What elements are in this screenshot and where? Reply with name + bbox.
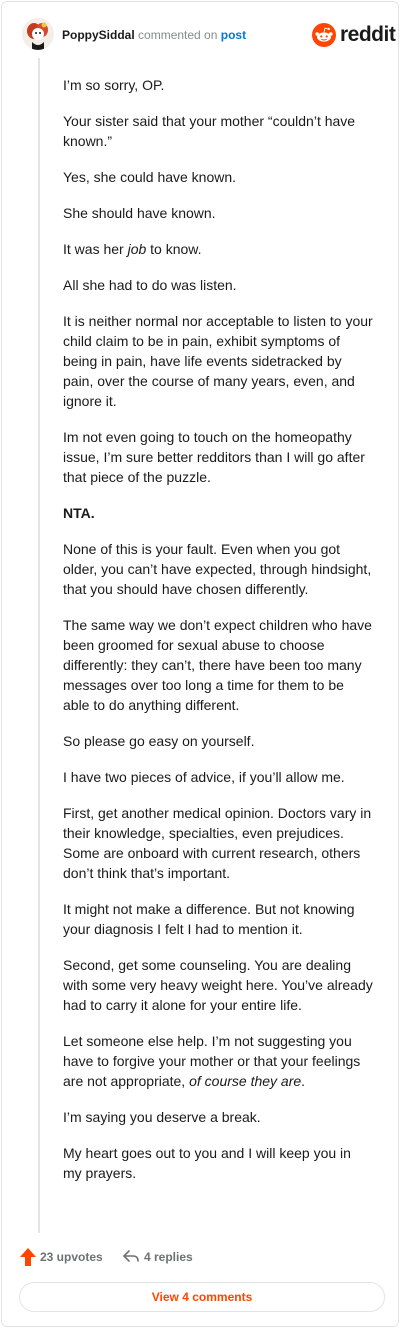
username[interactable]: PoppySiddal xyxy=(62,28,135,42)
paragraph: Your sister said that your mother “could… xyxy=(63,113,356,149)
brand-wordmark: reddit xyxy=(340,23,396,46)
reply-arrow-icon xyxy=(123,1250,139,1262)
upvote-button[interactable]: 23 upvotes xyxy=(20,1247,110,1267)
post-link[interactable]: post xyxy=(221,28,246,42)
paragraph-text: . xyxy=(301,1073,306,1089)
paragraph-text: It was her xyxy=(63,241,128,257)
comment-body: I’m so sorry, OP. Your sister said that … xyxy=(63,75,373,1199)
comment-card: PoppySiddal commented on post reddit I’m… xyxy=(1,1,399,1327)
comment-meta: PoppySiddal commented on post xyxy=(62,28,246,42)
verdict-text: NTA. xyxy=(63,505,95,521)
paragraph: It is neither normal nor acceptable to l… xyxy=(63,313,373,409)
emphasis-text: job xyxy=(127,241,147,257)
paragraph: First, get another medical opinion. Doct… xyxy=(63,805,372,881)
paragraph: Im not even going to touch on the homeop… xyxy=(63,429,365,485)
comment-header: PoppySiddal commented on post reddit xyxy=(2,2,400,62)
paragraph: She should have known. xyxy=(63,205,216,221)
upvote-arrow-icon xyxy=(20,1248,36,1266)
user-avatar[interactable] xyxy=(22,18,54,50)
emphasis-text: of course they are xyxy=(189,1073,302,1089)
paragraph: I’m saying you deserve a break. xyxy=(63,1109,261,1125)
paragraph-text: to know. xyxy=(146,241,202,257)
view-comments-button[interactable]: View 4 comments xyxy=(19,1282,385,1312)
paragraph: Yes, she could have known. xyxy=(63,169,237,185)
reply-count: 4 replies xyxy=(144,1250,193,1264)
reddit-snoo-icon xyxy=(312,23,336,47)
paragraph: It was her job to know. xyxy=(63,239,373,259)
paragraph: None of this is your fault. Even when yo… xyxy=(63,541,372,597)
thread-line[interactable] xyxy=(38,58,40,1233)
paragraph: Let someone else help. I’m not suggestin… xyxy=(63,1031,373,1091)
paragraph: Second, get some counseling. You are dea… xyxy=(63,957,373,1013)
paragraph: So please go easy on yourself. xyxy=(63,733,255,749)
replies-button[interactable]: 4 replies xyxy=(123,1247,203,1267)
paragraph: I have two pieces of advice, if you’ll a… xyxy=(63,769,345,785)
paragraph: The same way we don’t expect children wh… xyxy=(63,617,372,713)
paragraph: All she had to do was listen. xyxy=(63,277,237,293)
paragraph: My heart goes out to you and I will keep… xyxy=(63,1145,351,1181)
paragraph: It might not make a difference. But not … xyxy=(63,901,355,937)
paragraph: I’m so sorry, OP. xyxy=(63,77,165,93)
upvote-count: 23 upvotes xyxy=(40,1250,103,1264)
action-text: commented on xyxy=(138,28,218,42)
